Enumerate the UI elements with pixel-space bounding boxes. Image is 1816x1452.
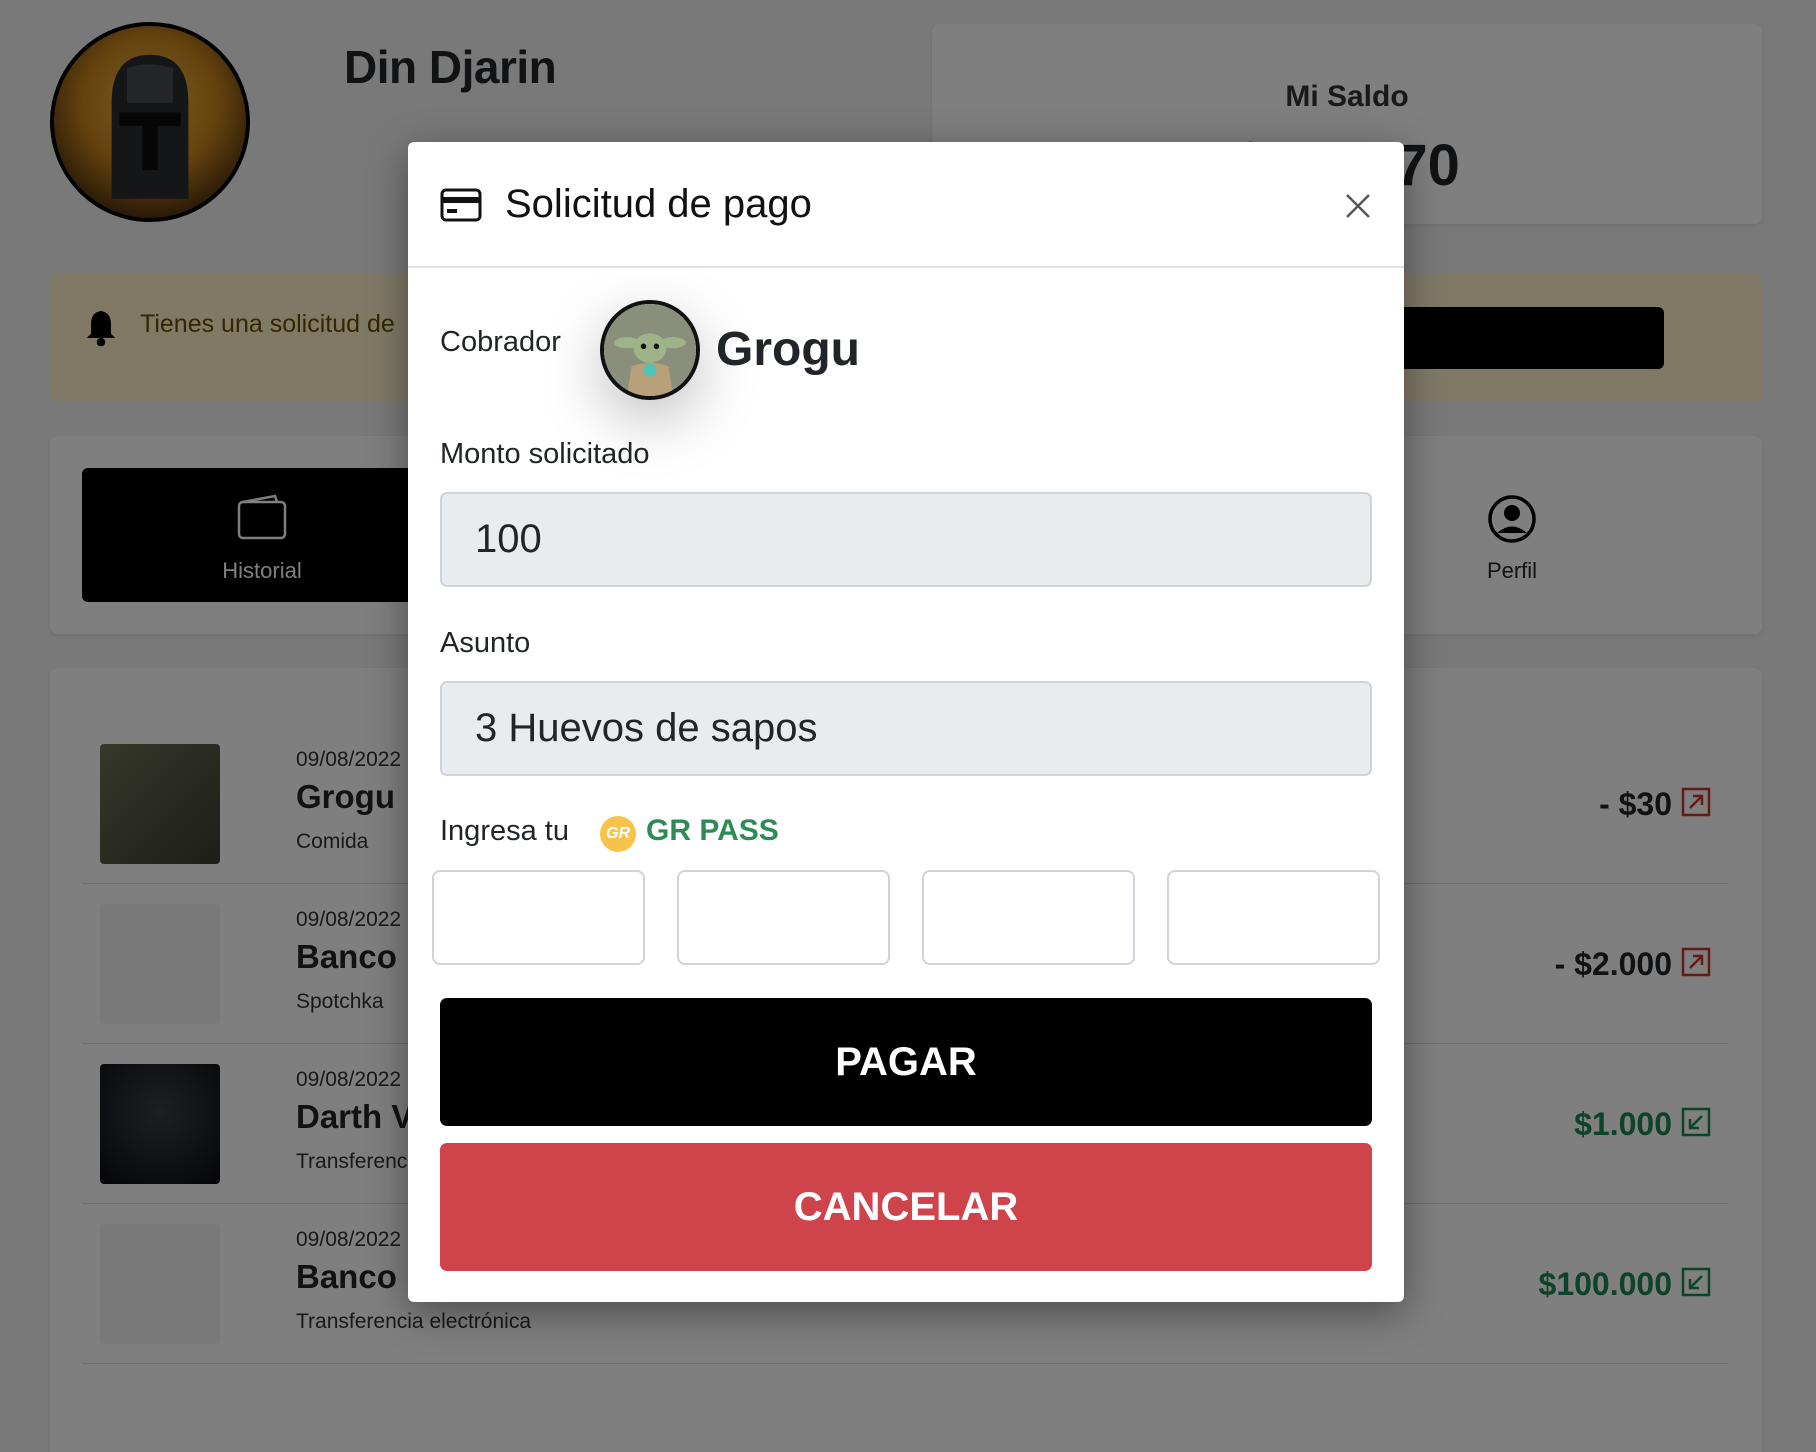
pin-digit-4[interactable] [1167,870,1380,965]
pin-digit-1[interactable] [432,870,645,965]
cobrador-label: Cobrador [440,326,561,358]
asunto-label: Asunto [440,627,531,659]
credit-card-icon [440,188,482,222]
cobrador-avatar [600,300,700,400]
cobrador-name: Grogu [716,323,860,376]
pay-button[interactable]: PAGAR [440,998,1372,1126]
cancel-button[interactable]: CANCELAR [440,1143,1372,1271]
close-icon[interactable] [1338,186,1378,226]
monto-field[interactable] [440,492,1372,587]
gr-pass-name: GR PASS [646,814,779,847]
asunto-field[interactable] [440,681,1372,776]
modal-header: Solicitud de pago [408,142,1404,268]
monto-label: Monto solicitado [440,438,650,470]
grogu-icon [604,304,696,396]
gr-pass-logo-icon: GR [600,816,636,852]
pin-digit-3[interactable] [922,870,1135,965]
pass-label: Ingresa tu [440,815,569,847]
modal-title: Solicitud de pago [505,182,812,226]
payment-request-modal: Solicitud de pago Cobrador Grogu Monto s… [408,142,1404,1302]
pin-digit-2[interactable] [677,870,890,965]
